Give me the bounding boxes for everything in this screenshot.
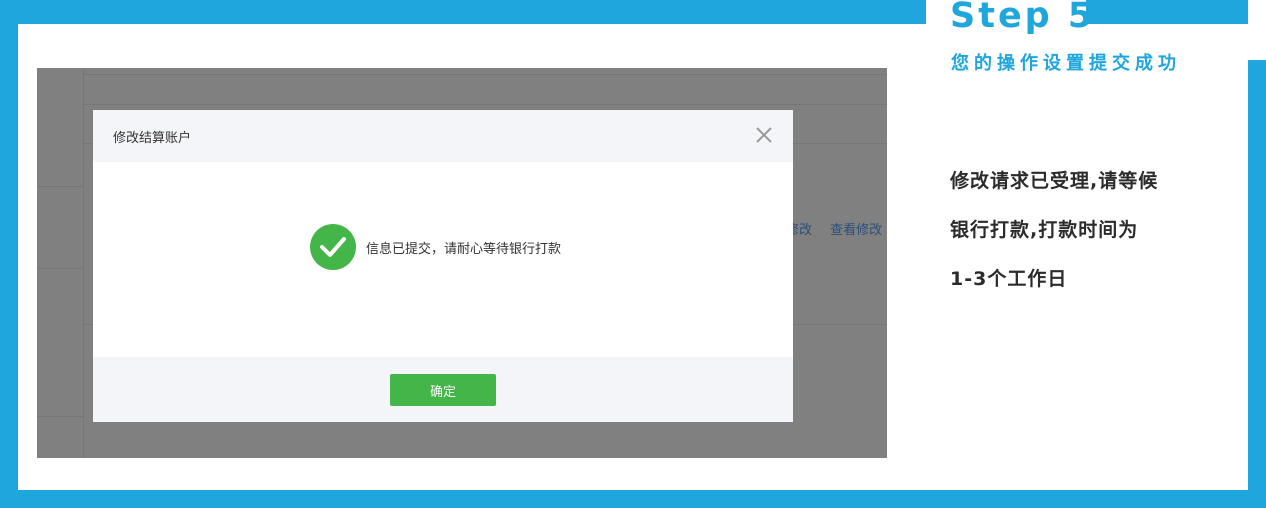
screenshot-area: 修改 查看修改 修改结算账户 信息已提交，请耐心等待银行打款 确定 [37,68,887,458]
edit-settlement-account-dialog: 修改结算账户 信息已提交，请耐心等待银行打款 确定 [93,110,793,422]
background-divider [37,186,83,187]
background-link-view-edit[interactable]: 查看修改 [830,223,882,238]
step-subtitle: 您的操作设置提交成功 [951,53,1181,74]
confirm-button[interactable]: 确定 [390,374,496,406]
background-divider [37,416,83,417]
dialog-header: 修改结算账户 [93,110,793,162]
step-title: Step 5 [950,0,1096,36]
check-circle-icon [310,224,356,270]
message-text: 信息已提交，请耐心等待银行打款 [366,241,562,257]
success-message: 信息已提交，请耐心等待银行打款 [310,224,561,270]
step-description: 修改请求已受理,请等候 银行打款,打款时间为 1-3个工作日 [950,168,1230,315]
background-divider [83,74,887,75]
background-links: 修改 查看修改 [786,219,887,238]
background-divider [83,104,887,105]
close-icon[interactable] [753,124,775,146]
frame-notch [1248,0,1266,60]
dialog-title: 修改结算账户 [113,131,192,146]
dialog-footer: 确定 [93,357,793,422]
description-line-3: 1-3个工作日 [950,268,1068,290]
description-line-2: 银行打款,打款时间为 [950,219,1139,241]
description-line-1: 修改请求已受理,请等候 [950,170,1159,192]
background-divider [37,268,83,269]
background-divider [83,68,84,458]
